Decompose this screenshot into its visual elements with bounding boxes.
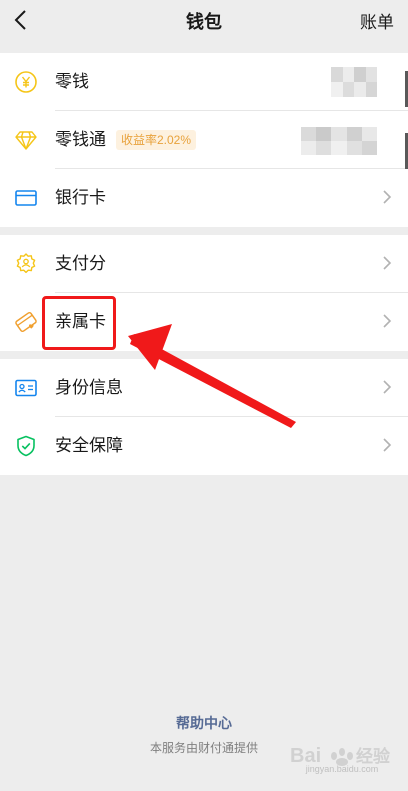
nav-bar: 钱包 账单 (0, 0, 408, 40)
balance-group: 零钱 零钱通 收益率2.02% 银行卡 (0, 53, 408, 227)
chevron-right-icon (383, 380, 392, 394)
page-title: 钱包 (186, 12, 222, 32)
family-card-icon (15, 311, 37, 333)
chevron-right-icon (383, 314, 392, 328)
row-change[interactable]: 零钱 (0, 53, 408, 111)
row-change-label: 零钱 (55, 72, 89, 91)
row-bank-card[interactable]: 银行卡 (0, 169, 408, 227)
watermark-url: jingyan.baidu.com (305, 764, 379, 774)
bill-link[interactable]: 账单 (360, 8, 394, 33)
help-center-link[interactable]: 帮助中心 (0, 713, 408, 733)
yuan-coin-icon (15, 71, 37, 93)
bank-card-icon (15, 190, 37, 206)
id-card-icon (15, 379, 37, 397)
chevron-right-icon (383, 256, 392, 270)
row-pay-score[interactable]: 支付分 (0, 235, 408, 293)
row-identity-label: 身份信息 (55, 378, 123, 397)
baidu-jingyan-watermark: Bai 经验 (290, 745, 391, 767)
yield-badge: 收益率2.02% (116, 130, 197, 150)
shield-check-icon (17, 435, 35, 457)
diamond-icon (15, 131, 37, 150)
hidden-balance (301, 127, 377, 155)
chevron-right-icon (383, 190, 392, 204)
pointer-arrow-icon (128, 324, 296, 428)
highlight-box (42, 296, 116, 350)
row-pay-score-label: 支付分 (55, 254, 106, 273)
row-bank-card-label: 银行卡 (55, 188, 106, 207)
hidden-balance (331, 67, 377, 97)
row-lingqiantong-label: 零钱通 (55, 130, 106, 149)
row-lingqiantong[interactable]: 零钱通 收益率2.02% (0, 111, 408, 169)
gear-shield-icon (16, 253, 36, 274)
chevron-right-icon (383, 438, 392, 452)
row-security-label: 安全保障 (55, 436, 123, 455)
